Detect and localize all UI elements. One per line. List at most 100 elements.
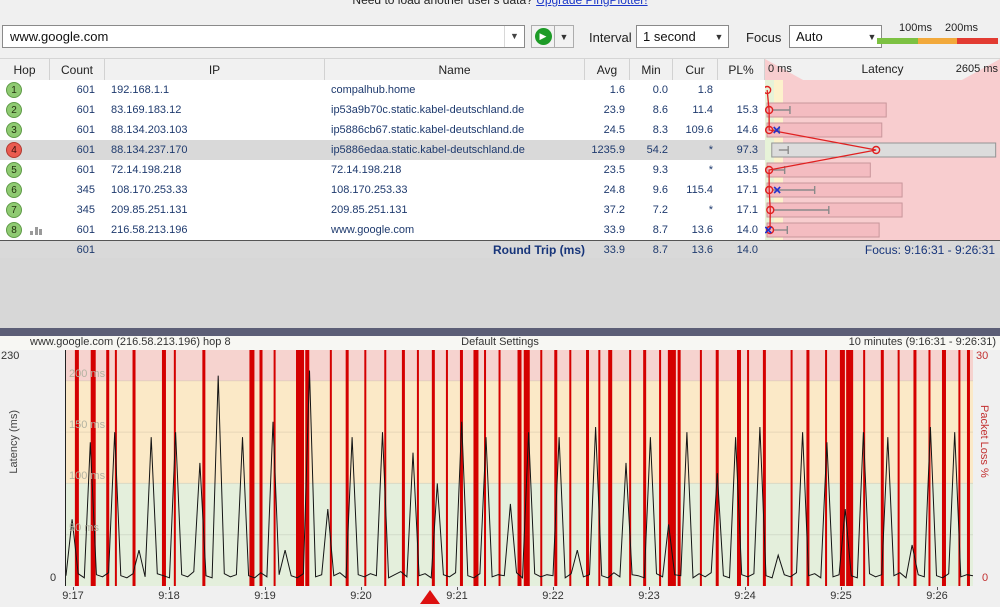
- x-tick-label-9:18: 9:18: [158, 590, 179, 602]
- cell-ip: 72.14.198.218: [105, 160, 325, 180]
- hop-status-red-icon: 4: [6, 142, 22, 158]
- target-address-value[interactable]: www.google.com: [3, 29, 504, 44]
- hop-status-green-icon: 8: [6, 222, 22, 238]
- cell-min: 8.7: [630, 220, 673, 240]
- hop-status-green-icon: 6: [6, 182, 22, 198]
- cell-cur: 13.6: [673, 220, 718, 240]
- cell-hop: 4: [0, 140, 50, 160]
- cell-hop: 8: [0, 220, 50, 240]
- hop-status-green-icon: 1: [6, 82, 22, 98]
- cell-ip: 209.85.251.131: [105, 200, 325, 220]
- summary-avg: 33.9: [585, 244, 630, 256]
- hop-status-green-icon: 7: [6, 202, 22, 218]
- cell-pl: 17.1: [718, 180, 765, 200]
- header-avg: Avg: [585, 59, 630, 81]
- x-tick-label-9:20: 9:20: [350, 590, 371, 602]
- upgrade-banner: Need to load another user's data? Upgrad…: [0, 0, 1000, 10]
- cell-min: 54.2: [630, 140, 673, 160]
- upgrade-link[interactable]: Upgrade PingPlotter!: [536, 0, 647, 7]
- trace-options-dropdown[interactable]: ▼: [554, 25, 574, 48]
- cell-min: 8.6: [630, 100, 673, 120]
- x-tick-label-9:25: 9:25: [830, 590, 851, 602]
- x-tick-label-9:26: 9:26: [926, 590, 947, 602]
- cell-avg: 24.8: [585, 180, 630, 200]
- panel-spacer: [0, 258, 1000, 328]
- graphed-hop-bars-icon: [30, 226, 44, 235]
- x-tick-label-9:17: 9:17: [62, 590, 83, 602]
- latency-color-legend: 100ms 200ms: [877, 22, 998, 44]
- cell-avg: 1235.9: [585, 140, 630, 160]
- cell-avg: 23.9: [585, 100, 630, 120]
- summary-label: Round Trip (ms): [105, 243, 585, 257]
- cell-pl: 14.6: [718, 120, 765, 140]
- cell-min: 9.3: [630, 160, 673, 180]
- header-pl: PL%: [718, 59, 765, 81]
- header-min: Min: [630, 59, 673, 81]
- header-ip: IP: [105, 59, 325, 81]
- legend-200ms-label: 200ms: [945, 22, 978, 34]
- cell-avg: 37.2: [585, 200, 630, 220]
- cell-pl: 14.0: [718, 220, 765, 240]
- focus-select[interactable]: Auto ▼: [789, 25, 882, 48]
- right-axis-min: 0: [982, 572, 988, 584]
- summary-cur: 13.6: [673, 244, 718, 256]
- cell-hop: 3: [0, 120, 50, 140]
- cell-hop: 5: [0, 160, 50, 180]
- x-tick-label-9:22: 9:22: [542, 590, 563, 602]
- panel-splitter-handle[interactable]: [0, 328, 1000, 336]
- cell-ip: 88.134.203.103: [105, 120, 325, 140]
- left-axis-max: 230: [1, 350, 19, 362]
- round-trip-summary-row: 601 Round Trip (ms) 33.9 8.7 13.6 14.0 F…: [0, 240, 1000, 258]
- cell-pl: 97.3: [718, 140, 765, 160]
- cell-pl: 15.3: [718, 100, 765, 120]
- cell-avg: 1.6: [585, 80, 630, 100]
- cell-count: 601: [50, 80, 105, 100]
- focus-label: Focus: [746, 30, 781, 45]
- cell-pl: 17.1: [718, 200, 765, 220]
- cell-avg: 23.5: [585, 160, 630, 180]
- timeline-graph[interactable]: [65, 350, 972, 586]
- summary-count: 601: [0, 244, 105, 256]
- cell-hop: 1: [0, 80, 50, 100]
- chevron-down-icon: ▼: [710, 32, 728, 42]
- header-name: Name: [325, 59, 585, 81]
- pingplotter-window: Need to load another user's data? Upgrad…: [0, 0, 1000, 607]
- cell-avg: 24.5: [585, 120, 630, 140]
- cell-pl: 13.5: [718, 160, 765, 180]
- target-address-combo[interactable]: www.google.com ▼: [2, 25, 525, 48]
- cell-name: ip5886edaa.static.kabel-deutschland.de: [325, 140, 585, 160]
- cell-ip: 216.58.213.196: [105, 220, 325, 240]
- header-hop: Hop: [0, 59, 50, 81]
- summary-min: 8.7: [630, 244, 673, 256]
- focus-position-marker[interactable]: [420, 590, 440, 604]
- cell-cur: 1.8: [673, 80, 718, 100]
- left-axis-min: 0: [50, 572, 56, 584]
- legend-gradient-bar: [877, 38, 998, 44]
- timeline-x-axis: 9:179:189:199:209:219:229:239:249:259:26: [65, 587, 972, 607]
- start-trace-button[interactable]: ▶: [531, 25, 555, 48]
- cell-count: 345: [50, 180, 105, 200]
- header-cur: Cur: [673, 59, 718, 81]
- x-tick-label-9:23: 9:23: [638, 590, 659, 602]
- target-dropdown-arrow-icon[interactable]: ▼: [504, 26, 524, 47]
- interval-label: Interval: [589, 30, 632, 45]
- interval-select[interactable]: 1 second ▼: [636, 25, 729, 48]
- cell-ip: 88.134.237.170: [105, 140, 325, 160]
- header-latency: 0 ms Latency 2605 ms: [765, 59, 1000, 81]
- cell-ip: 83.169.183.12: [105, 100, 325, 120]
- timeline-header: www.google.com (216.58.213.196) hop 8 De…: [0, 336, 1000, 350]
- hop-status-green-icon: 2: [6, 102, 22, 118]
- hop-latency-mini-graph[interactable]: [765, 80, 1000, 240]
- legend-100ms-label: 100ms: [899, 22, 932, 34]
- cell-min: 7.2: [630, 200, 673, 220]
- cell-cur: *: [673, 160, 718, 180]
- cell-cur: 109.6: [673, 120, 718, 140]
- cell-hop: 7: [0, 200, 50, 220]
- cell-ip: 192.168.1.1: [105, 80, 325, 100]
- cell-cur: *: [673, 200, 718, 220]
- latency-scale-max: 2605 ms: [956, 63, 998, 75]
- x-tick-label-9:21: 9:21: [446, 590, 467, 602]
- cell-pl: [718, 80, 765, 100]
- hop-status-green-icon: 3: [6, 122, 22, 138]
- cell-cur: 115.4: [673, 180, 718, 200]
